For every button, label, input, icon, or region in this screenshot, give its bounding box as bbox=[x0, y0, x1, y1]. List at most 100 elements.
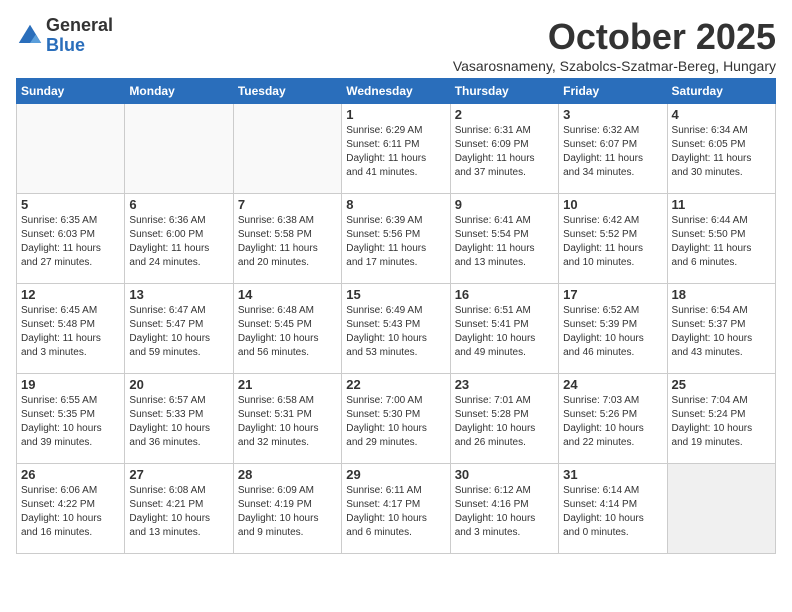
day-number: 28 bbox=[238, 467, 337, 482]
calendar-cell bbox=[17, 104, 125, 194]
cell-content: Sunrise: 6:54 AMSunset: 5:37 PMDaylight:… bbox=[672, 304, 771, 360]
calendar-cell: 18 Sunrise: 6:54 AMSunset: 5:37 PMDayligh… bbox=[667, 284, 775, 374]
header-cell-tuesday: Tuesday bbox=[233, 79, 341, 104]
day-number: 18 bbox=[672, 287, 771, 302]
day-number: 29 bbox=[346, 467, 445, 482]
day-number: 24 bbox=[563, 377, 662, 392]
calendar-cell: 29 Sunrise: 6:11 AMSunset: 4:17 PMDayligh… bbox=[342, 464, 450, 554]
header-cell-wednesday: Wednesday bbox=[342, 79, 450, 104]
cell-content: Sunrise: 6:08 AMSunset: 4:21 PMDaylight:… bbox=[129, 484, 228, 540]
calendar-cell: 1 Sunrise: 6:29 AMSunset: 6:11 PMDaylight… bbox=[342, 104, 450, 194]
day-number: 8 bbox=[346, 197, 445, 212]
week-row-5: 26Sunrise: 6:06 AMSunset: 4:22 PMDayligh… bbox=[17, 464, 776, 554]
calendar-cell: 4Sunrise: 6:34 AMSunset: 6:05 PMDaylight… bbox=[667, 104, 775, 194]
day-number: 10 bbox=[563, 197, 662, 212]
cell-content: Sunrise: 6:35 AMSunset: 6:03 PMDaylight:… bbox=[21, 214, 120, 270]
cell-content: Sunrise: 6:49 AMSunset: 5:43 PMDaylight:… bbox=[346, 304, 445, 360]
calendar-cell: 24 Sunrise: 7:03 AMSunset: 5:26 PMDayligh… bbox=[559, 374, 667, 464]
logo-icon bbox=[16, 22, 44, 50]
header-cell-sunday: Sunday bbox=[17, 79, 125, 104]
cell-content: Sunrise: 6:42 AMSunset: 5:52 PMDaylight:… bbox=[563, 214, 662, 270]
cell-content: Sunrise: 7:04 AMSunset: 5:24 PMDaylight:… bbox=[672, 394, 771, 450]
calendar-cell bbox=[667, 464, 775, 554]
calendar-table: SundayMondayTuesdayWednesdayThursdayFrid… bbox=[16, 78, 776, 554]
calendar-cell bbox=[233, 104, 341, 194]
cell-content: Sunrise: 6:48 AMSunset: 5:45 PMDaylight:… bbox=[238, 304, 337, 360]
cell-content: Sunrise: 6:38 AMSunset: 5:58 PMDaylight:… bbox=[238, 214, 337, 270]
calendar-cell: 26Sunrise: 6:06 AMSunset: 4:22 PMDayligh… bbox=[17, 464, 125, 554]
day-number: 27 bbox=[129, 467, 228, 482]
day-number: 31 bbox=[563, 467, 662, 482]
calendar-cell: 17 Sunrise: 6:52 AMSunset: 5:39 PMDayligh… bbox=[559, 284, 667, 374]
day-number: 16 bbox=[455, 287, 554, 302]
cell-content: Sunrise: 7:01 AMSunset: 5:28 PMDaylight:… bbox=[455, 394, 554, 450]
calendar-cell bbox=[125, 104, 233, 194]
calendar-cell: 3Sunrise: 6:32 AMSunset: 6:07 PMDaylight… bbox=[559, 104, 667, 194]
calendar-cell: 28 Sunrise: 6:09 AMSunset: 4:19 PMDayligh… bbox=[233, 464, 341, 554]
calendar-cell: 8Sunrise: 6:39 AMSunset: 5:56 PMDaylight… bbox=[342, 194, 450, 284]
calendar-cell: 31 Sunrise: 6:14 AMSunset: 4:14 PMDayligh… bbox=[559, 464, 667, 554]
week-row-2: 5 Sunrise: 6:35 AMSunset: 6:03 PMDaylight… bbox=[17, 194, 776, 284]
cell-content: Sunrise: 6:47 AMSunset: 5:47 PMDaylight:… bbox=[129, 304, 228, 360]
day-number: 19 bbox=[21, 377, 120, 392]
day-number: 23 bbox=[455, 377, 554, 392]
header-cell-monday: Monday bbox=[125, 79, 233, 104]
calendar-cell: 6Sunrise: 6:36 AMSunset: 6:00 PMDaylight… bbox=[125, 194, 233, 284]
calendar-cell: 14 Sunrise: 6:48 AMSunset: 5:45 PMDayligh… bbox=[233, 284, 341, 374]
calendar-cell: 22 Sunrise: 7:00 AMSunset: 5:30 PMDayligh… bbox=[342, 374, 450, 464]
cell-content: Sunrise: 6:41 AMSunset: 5:54 PMDaylight:… bbox=[455, 214, 554, 270]
day-number: 14 bbox=[238, 287, 337, 302]
day-number: 20 bbox=[129, 377, 228, 392]
cell-content: Sunrise: 6:36 AMSunset: 6:00 PMDaylight:… bbox=[129, 214, 228, 270]
logo-text: General Blue bbox=[46, 16, 113, 56]
calendar-cell: 23 Sunrise: 7:01 AMSunset: 5:28 PMDayligh… bbox=[450, 374, 558, 464]
day-number: 15 bbox=[346, 287, 445, 302]
month-title: October 2025 bbox=[453, 16, 776, 58]
calendar-cell: 12Sunrise: 6:45 AMSunset: 5:48 PMDayligh… bbox=[17, 284, 125, 374]
logo-blue: Blue bbox=[46, 36, 113, 56]
calendar-cell: 19 Sunrise: 6:55 AMSunset: 5:35 PMDayligh… bbox=[17, 374, 125, 464]
cell-content: Sunrise: 6:14 AMSunset: 4:14 PMDaylight:… bbox=[563, 484, 662, 540]
day-number: 25 bbox=[672, 377, 771, 392]
header-row: SundayMondayTuesdayWednesdayThursdayFrid… bbox=[17, 79, 776, 104]
day-number: 11 bbox=[672, 197, 771, 212]
cell-content: Sunrise: 6:57 AMSunset: 5:33 PMDaylight:… bbox=[129, 394, 228, 450]
calendar-cell: 9 Sunrise: 6:41 AMSunset: 5:54 PMDaylight… bbox=[450, 194, 558, 284]
calendar-cell: 21Sunrise: 6:58 AMSunset: 5:31 PMDayligh… bbox=[233, 374, 341, 464]
title-area: October 2025 Vasarosnameny, Szabolcs-Sza… bbox=[453, 16, 776, 74]
page-header: General Blue October 2025 Vasarosnameny,… bbox=[16, 16, 776, 74]
calendar-cell: 25 Sunrise: 7:04 AMSunset: 5:24 PMDayligh… bbox=[667, 374, 775, 464]
cell-content: Sunrise: 7:03 AMSunset: 5:26 PMDaylight:… bbox=[563, 394, 662, 450]
calendar-cell: 15 Sunrise: 6:49 AMSunset: 5:43 PMDayligh… bbox=[342, 284, 450, 374]
cell-content: Sunrise: 6:12 AMSunset: 4:16 PMDaylight:… bbox=[455, 484, 554, 540]
header-cell-friday: Friday bbox=[559, 79, 667, 104]
day-number: 1 bbox=[346, 107, 445, 122]
day-number: 12 bbox=[21, 287, 120, 302]
day-number: 7 bbox=[238, 197, 337, 212]
week-row-3: 12Sunrise: 6:45 AMSunset: 5:48 PMDayligh… bbox=[17, 284, 776, 374]
cell-content: Sunrise: 6:11 AMSunset: 4:17 PMDaylight:… bbox=[346, 484, 445, 540]
day-number: 26 bbox=[21, 467, 120, 482]
calendar-cell: 27 Sunrise: 6:08 AMSunset: 4:21 PMDayligh… bbox=[125, 464, 233, 554]
day-number: 4 bbox=[672, 107, 771, 122]
day-number: 2 bbox=[455, 107, 554, 122]
cell-content: Sunrise: 6:55 AMSunset: 5:35 PMDaylight:… bbox=[21, 394, 120, 450]
day-number: 17 bbox=[563, 287, 662, 302]
cell-content: Sunrise: 7:00 AMSunset: 5:30 PMDaylight:… bbox=[346, 394, 445, 450]
day-number: 9 bbox=[455, 197, 554, 212]
cell-content: Sunrise: 6:09 AMSunset: 4:19 PMDaylight:… bbox=[238, 484, 337, 540]
day-number: 22 bbox=[346, 377, 445, 392]
calendar-cell: 7 Sunrise: 6:38 AMSunset: 5:58 PMDaylight… bbox=[233, 194, 341, 284]
day-number: 30 bbox=[455, 467, 554, 482]
day-number: 5 bbox=[21, 197, 120, 212]
day-number: 13 bbox=[129, 287, 228, 302]
cell-content: Sunrise: 6:52 AMSunset: 5:39 PMDaylight:… bbox=[563, 304, 662, 360]
cell-content: Sunrise: 6:44 AMSunset: 5:50 PMDaylight:… bbox=[672, 214, 771, 270]
calendar-cell: 16Sunrise: 6:51 AMSunset: 5:41 PMDayligh… bbox=[450, 284, 558, 374]
cell-content: Sunrise: 6:58 AMSunset: 5:31 PMDaylight:… bbox=[238, 394, 337, 450]
cell-content: Sunrise: 6:29 AMSunset: 6:11 PMDaylight:… bbox=[346, 124, 445, 180]
cell-content: Sunrise: 6:31 AMSunset: 6:09 PMDaylight:… bbox=[455, 124, 554, 180]
cell-content: Sunrise: 6:32 AMSunset: 6:07 PMDaylight:… bbox=[563, 124, 662, 180]
week-row-1: 1 Sunrise: 6:29 AMSunset: 6:11 PMDaylight… bbox=[17, 104, 776, 194]
calendar-cell: 5 Sunrise: 6:35 AMSunset: 6:03 PMDaylight… bbox=[17, 194, 125, 284]
